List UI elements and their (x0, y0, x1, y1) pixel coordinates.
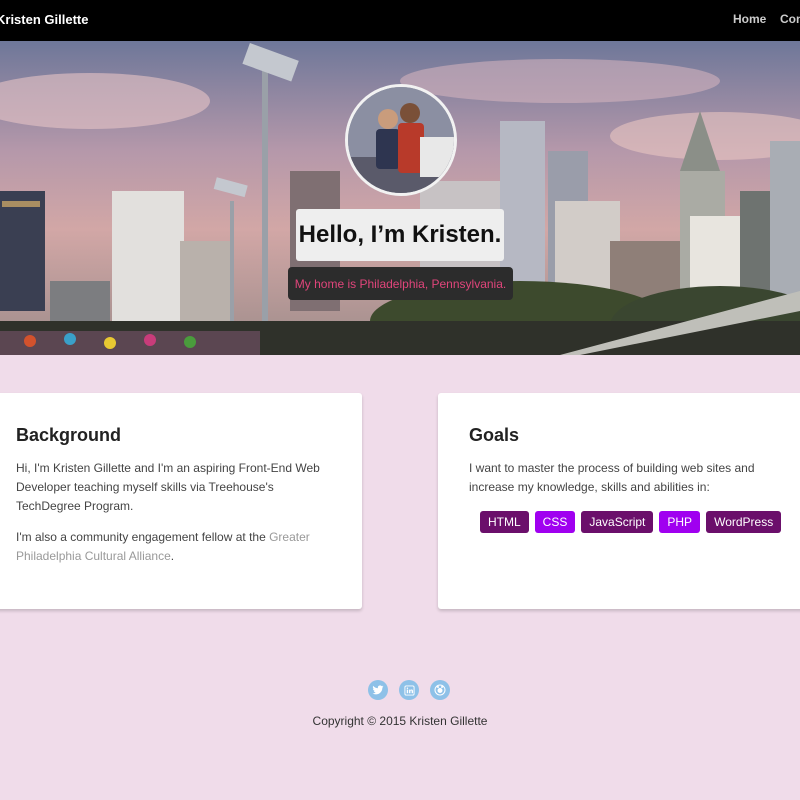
tag-css: CSS (534, 511, 576, 533)
github-icon[interactable] (430, 680, 450, 700)
hero-subtitle: My home is Philadelphia, Pennsylvania. (294, 276, 507, 291)
goals-card: Goals I want to master the process of bu… (438, 393, 800, 609)
goals-paragraph: I want to master the process of building… (469, 461, 755, 494)
tag-php: PHP (659, 511, 701, 533)
background-card: Background Hi, I'm Kristen Gillette and … (0, 393, 362, 609)
top-navbar: Kristen Gillette Home Contact (0, 0, 800, 41)
background-paragraph-1: Hi, I'm Kristen Gillette and I'm an aspi… (16, 461, 320, 513)
copyright-text: Copyright © 2015 Kristen Gillette (312, 714, 488, 728)
background-p2-prefix: I'm also a community engagement fellow a… (16, 530, 270, 544)
nav-link-home[interactable]: Home (733, 12, 766, 26)
tag-html: HTML (480, 511, 529, 533)
background-heading: Background (16, 425, 122, 445)
hero-banner: Hello, I’m Kristen. My home is Philadelp… (0, 41, 800, 355)
site-brand[interactable]: Kristen Gillette (0, 12, 88, 27)
background-p2-suffix: . (170, 549, 175, 563)
linkedin-icon[interactable] (399, 680, 419, 700)
skill-tags: HTML CSS JavaScript PHP WordPress (480, 511, 782, 533)
goals-heading: Goals (469, 425, 520, 445)
nav-link-contact[interactable]: Contact (780, 12, 800, 26)
tag-wordpress: WordPress (706, 511, 782, 533)
hero-title-box: Hello, I’m Kristen. (296, 209, 504, 261)
social-links (368, 680, 450, 700)
hero-subtitle-box: My home is Philadelphia, Pennsylvania. (288, 267, 513, 300)
background-paragraph-2: I'm also a community engagement fellow a… (16, 528, 336, 566)
profile-avatar (345, 84, 457, 196)
twitter-icon[interactable] (368, 680, 388, 700)
hero-title: Hello, I’m Kristen. (298, 221, 502, 248)
tag-javascript: JavaScript (581, 511, 654, 533)
